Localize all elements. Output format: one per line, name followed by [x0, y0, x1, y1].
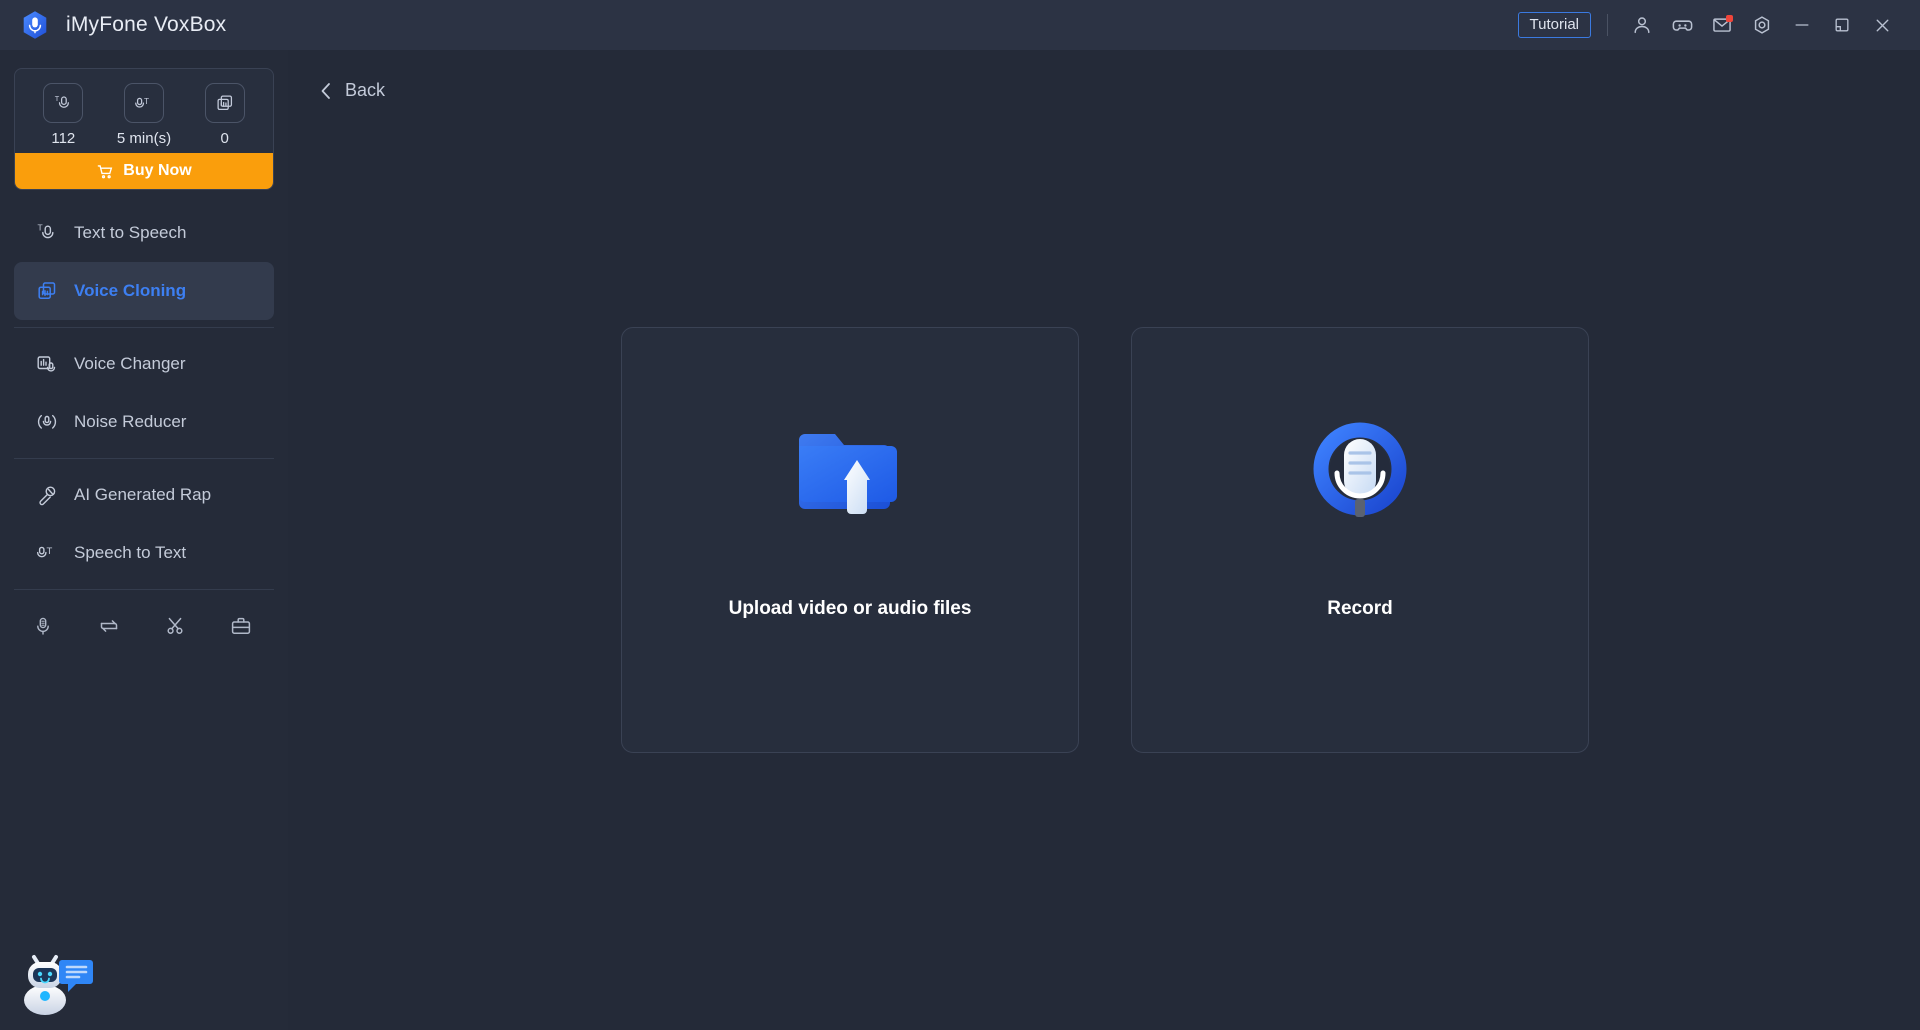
svg-text:T: T [47, 546, 53, 557]
audio-converter-tool-icon[interactable] [96, 613, 122, 639]
discord-icon[interactable] [1662, 5, 1702, 45]
credit-item-stt[interactable]: T 5 min(s) [107, 83, 181, 147]
svg-text:T: T [144, 97, 149, 106]
speech-to-text-icon: T [34, 540, 60, 566]
credit-item-tts[interactable]: T 112 [26, 83, 100, 147]
credit-value: 5 min(s) [116, 130, 172, 147]
sidebar-item-label: Noise Reducer [74, 412, 187, 431]
back-label: Back [345, 80, 386, 100]
maximize-button[interactable] [1822, 5, 1862, 45]
buy-now-label: Buy Now [123, 162, 192, 179]
account-icon[interactable] [1622, 5, 1662, 45]
sidebar-divider [14, 327, 274, 328]
back-button[interactable]: Back [288, 50, 398, 101]
sidebar-item-label: Text to Speech [74, 223, 187, 242]
minimize-button[interactable] [1782, 5, 1822, 45]
svg-text:T: T [55, 94, 60, 103]
title-bar-divider [1607, 14, 1608, 36]
upload-card-label: Upload video or audio files [728, 598, 972, 619]
close-button[interactable] [1862, 5, 1902, 45]
app-title: iMyFone VoxBox [66, 13, 227, 36]
sidebar-item-voice-changer[interactable]: Voice Changer [14, 335, 274, 393]
record-card-label: Record [1327, 598, 1393, 619]
chat-assistant-bot-icon[interactable] [18, 938, 96, 1016]
ai-rap-icon [34, 482, 60, 508]
audio-recorder-tool-icon[interactable] [30, 613, 56, 639]
sidebar-item-noise-reducer[interactable]: Noise Reducer [14, 393, 274, 451]
sidebar-tools [0, 597, 288, 639]
sidebar-item-speech-to-text[interactable]: T Speech to Text [14, 524, 274, 582]
settings-icon[interactable] [1742, 5, 1782, 45]
credit-value: 112 [51, 130, 76, 147]
sidebar-nav: T Text to Speech Voice Cloning Voice Cha… [0, 204, 288, 639]
record-card[interactable]: Record [1131, 327, 1589, 753]
mail-unread-badge [1726, 15, 1733, 22]
app-logo-icon [18, 8, 52, 42]
upload-folder-icon [785, 414, 915, 542]
title-bar-actions: Tutorial [1517, 5, 1902, 45]
upload-card[interactable]: Upload video or audio files [621, 327, 1079, 753]
audio-cutter-tool-icon[interactable] [162, 613, 188, 639]
credit-panel: T 112 T 5 min(s) 0 Buy Now [14, 68, 274, 190]
voice-cloning-icon [34, 278, 60, 304]
sidebar-divider [14, 458, 274, 459]
sidebar-item-label: Speech to Text [74, 543, 187, 562]
sidebar-item-text-to-speech[interactable]: T Text to Speech [14, 204, 274, 262]
voice-changer-icon [34, 351, 60, 377]
sidebar-item-voice-cloning[interactable]: Voice Cloning [14, 262, 274, 320]
chevron-left-icon [318, 82, 334, 100]
mail-icon[interactable] [1702, 5, 1742, 45]
credit-value: 0 [220, 130, 229, 147]
speech-to-text-credit-icon: T [123, 83, 164, 123]
voice-cloning-credit-icon [204, 83, 245, 123]
sidebar-item-ai-generated-rap[interactable]: AI Generated Rap [14, 466, 274, 524]
title-bar: iMyFone VoxBox Tutorial [0, 0, 1920, 50]
sidebar-item-label: AI Generated Rap [74, 485, 212, 504]
credit-row: T 112 T 5 min(s) 0 [15, 69, 273, 153]
tutorial-button[interactable]: Tutorial [1517, 12, 1591, 38]
main-content: Back Upload video or audio files Record [288, 50, 1920, 1030]
credit-item-clone[interactable]: 0 [188, 83, 262, 147]
sidebar-divider [14, 589, 274, 590]
action-cards: Upload video or audio files Record [621, 327, 1589, 753]
noise-reducer-icon [34, 409, 60, 435]
microphone-record-icon [1297, 410, 1423, 538]
text-to-speech-icon: T [34, 220, 60, 246]
buy-now-button[interactable]: Buy Now [15, 153, 273, 189]
svg-text:T: T [38, 223, 43, 233]
shopping-cart-icon [96, 162, 115, 181]
sidebar-item-label: Voice Cloning [74, 281, 187, 300]
sidebar: T 112 T 5 min(s) 0 Buy Now T Text to Spe… [0, 50, 288, 1030]
toolbox-tool-icon[interactable] [228, 613, 254, 639]
text-to-speech-credit-icon: T [43, 83, 84, 123]
sidebar-item-label: Voice Changer [74, 354, 186, 373]
